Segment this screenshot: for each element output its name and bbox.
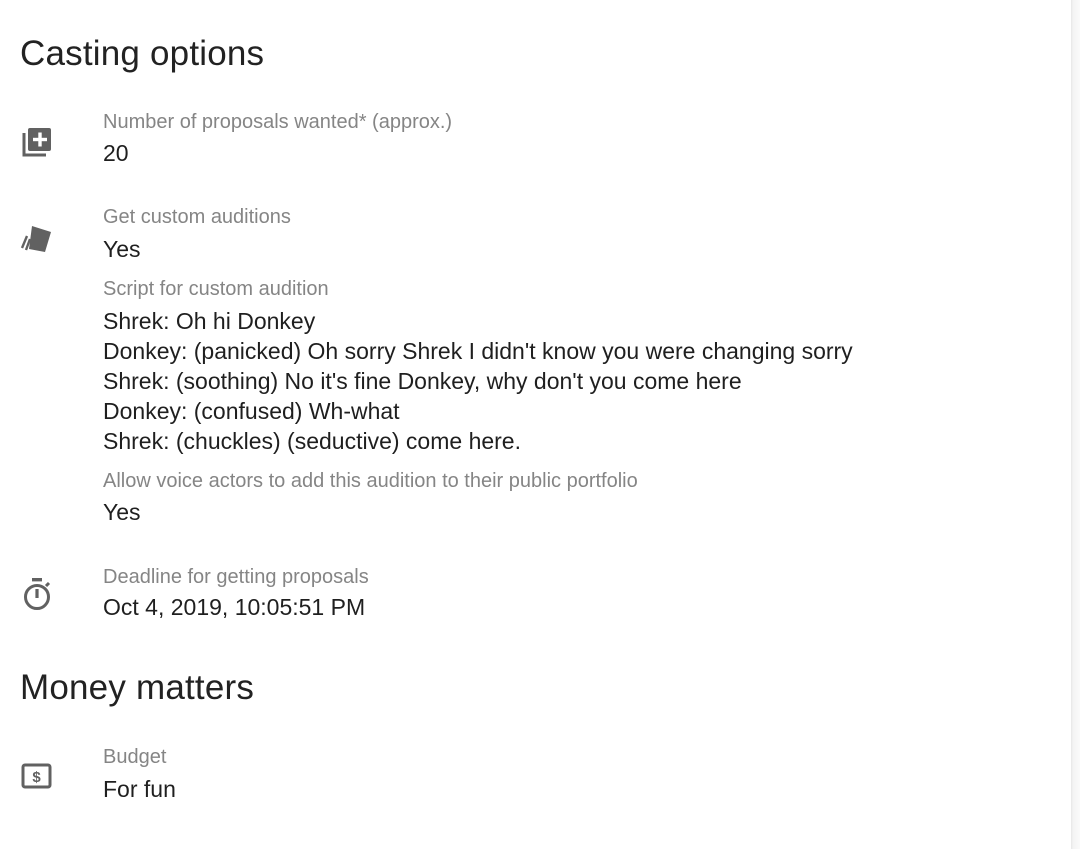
casting-options-heading: Casting options (20, 34, 265, 73)
proposals-label: Number of proposals wanted* (approx.) (103, 111, 453, 133)
scroll-edge (1071, 0, 1080, 849)
tickets-icon (20, 226, 51, 252)
dollar-bill-icon: $ (21, 763, 52, 789)
stopwatch-icon (24, 578, 51, 610)
script-line: Donkey: (confused) Wh-what (103, 398, 400, 424)
script-line: Shrek: (chuckles) (seductive) come here. (103, 428, 521, 454)
script-line: Shrek: Oh hi Donkey (103, 308, 316, 334)
budget-label: Budget (103, 746, 167, 768)
portfolio-label: Allow voice actors to add this audition … (103, 470, 638, 492)
script-line: Shrek: (soothing) No it's fine Donkey, w… (103, 368, 742, 394)
custom-auditions-value: Yes (103, 236, 141, 262)
page: Casting options Number of proposals want… (0, 0, 1080, 849)
deadline-label: Deadline for getting proposals (103, 566, 369, 588)
custom-auditions-label: Get custom auditions (103, 206, 291, 228)
proposals-value: 20 (103, 140, 129, 166)
budget-value: For fun (103, 776, 176, 802)
portfolio-value: Yes (103, 499, 141, 525)
add-box-stack-icon (22, 128, 51, 157)
svg-text:$: $ (32, 769, 41, 786)
script-label: Script for custom audition (103, 278, 329, 300)
deadline-value: Oct 4, 2019, 10:05:51 PM (103, 594, 366, 620)
script-text: Shrek: Oh hi Donkey Donkey: (panicked) O… (103, 306, 853, 456)
money-matters-heading: Money matters (20, 668, 255, 707)
script-line: Donkey: (panicked) Oh sorry Shrek I didn… (103, 338, 853, 364)
